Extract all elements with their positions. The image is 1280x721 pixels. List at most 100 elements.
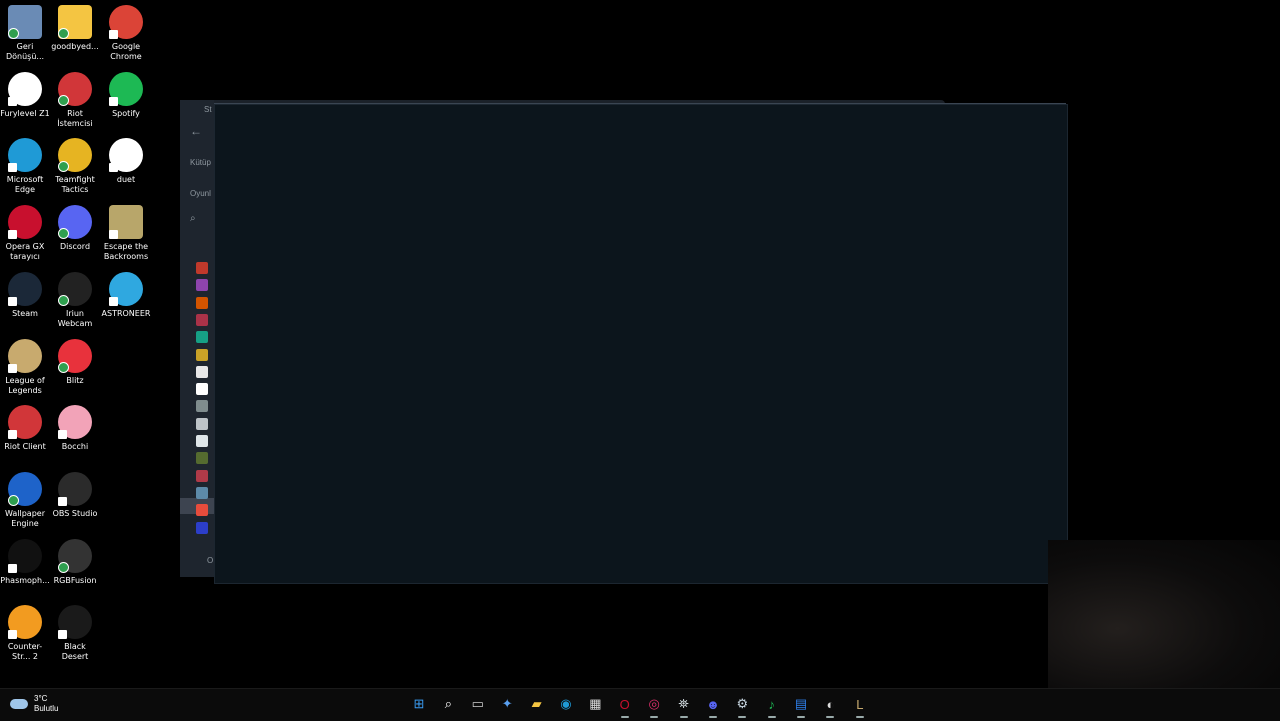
desktop-icon-label: duet [116,175,136,185]
steam-game-thumbnail[interactable] [196,486,208,499]
add-game-label[interactable]: O [207,556,213,565]
steam-game-thumbnail[interactable] [196,521,208,534]
discord-icon [58,205,92,240]
desktop-icon-tft[interactable]: Teamfight Tactics [50,138,100,195]
desktop-icon-label: Escape the Backrooms [103,242,149,262]
network-tool-icon[interactable]: ⛯ [673,693,695,718]
desktop-icon-steam[interactable]: Steam [0,271,50,319]
edge-icon[interactable]: ◉ [555,693,577,715]
github-icon[interactable]: ◐ [819,693,841,718]
back-arrow-icon[interactable]: ← [190,124,202,138]
steam-icon[interactable]: ⚙ [731,693,753,718]
desktop-icon-furylevel[interactable]: Furylevel Z1 [0,71,50,119]
desktop-icon-label: OBS Studio [52,508,98,518]
desktop-icon-obs[interactable]: OBS Studio [50,471,100,519]
desktop-icon-label: Opera GX tarayıcı [5,242,45,262]
edge-icon [8,138,42,173]
microsoft-store-icon[interactable]: ▦ [584,693,606,715]
desktop-icon-league[interactable]: League of Legends [0,338,50,396]
desktop-icon-label: Black Desert [61,642,89,662]
search-icon[interactable]: ⌕ [437,693,459,715]
steam-game-thumbnail[interactable] [196,504,208,517]
desktop-icon-opera-gx[interactable]: Opera GX tarayıcı [0,205,50,262]
desktop-icon-label: Wallpaper Engine [4,508,45,528]
desktop-icon-label: Spotify [112,108,140,118]
recycle-bin-icon [8,5,42,39]
steam-library-sidebar[interactable]: St ← Kütüp Oyunl ⌕ O [180,100,214,577]
library-label[interactable]: Kütüp [190,158,211,167]
steam-game-thumbnail[interactable] [196,262,208,274]
wallpaper-engine-icon[interactable]: ▤ [790,693,812,718]
steam-game-thumbnail[interactable] [196,435,208,447]
desktop-icon-spotify[interactable]: Spotify [101,71,151,119]
league-icon[interactable]: L [849,693,871,718]
steam-game-thumbnail[interactable] [196,383,208,396]
desktop-icon-folder[interactable]: goodbyed... [50,5,100,52]
spotify-icon[interactable]: ♪ [761,693,783,718]
riot-client-icon [58,71,92,106]
steam-game-thumbnail[interactable] [196,365,208,378]
desktop-icon-blitz[interactable]: Blitz [50,338,100,386]
wallpaper-engine-icon [8,471,42,506]
iriun-webcam-icon [58,271,92,306]
desktop-icon-discord[interactable]: Discord [50,205,100,252]
instagram-icon[interactable]: ◎ [643,693,665,718]
desktop-icon-phasmophobia[interactable]: Phasmoph... [0,538,50,586]
desktop-icon-label: Iriun Webcam [57,308,93,328]
steam-game-thumbnail[interactable] [196,296,208,309]
desktop-icon-rgbfusion[interactable]: RGBFusion [50,538,100,586]
folder-icon [58,5,92,39]
search-icon[interactable]: ⌕ [190,213,196,224]
desktop-icon-iriun-webcam[interactable]: Iriun Webcam [50,271,100,329]
desktop-icon-recycle-bin[interactable]: Geri Dönüşü... [0,5,50,62]
taskbar-apps: ⊞ ⌕ ▭ ✦ ▰ ◉ ▦ O ◎ ⛯ ☻ ⚙ ♪ ▤ ◐ L [408,693,878,718]
desktop-icon-riot-client[interactable]: Riot İstemcisi [50,71,100,129]
opera-gx-icon [8,205,42,240]
desktop-icon-label: goodbyed... [51,42,99,51]
copilot-icon[interactable]: ✦ [496,693,518,715]
steam-game-thumbnail[interactable] [196,452,208,465]
desktop-icon-chrome[interactable]: Google Chrome [101,5,151,62]
blitz-icon [58,338,92,373]
furylevel-icon [8,71,42,106]
desktop-icon-label: Microsoft Edge [6,175,44,195]
desktop-icon-label: Google Chrome [110,42,142,61]
desktop-icon-label: ASTRONEER [101,308,151,318]
obs-icon [58,471,92,506]
spotify-icon [109,71,143,106]
opera-gx-icon[interactable]: O [614,693,636,718]
weather-widget[interactable]: 3°C Bulutlu [10,694,58,714]
desktop-icon-bocchi[interactable]: Bocchi [50,405,100,452]
desktop-icon-riot-client[interactable]: Riot Client [0,405,50,452]
steam-game-thumbnail[interactable] [196,331,208,344]
desktop-icon-counter-strike[interactable]: Counter-Str... 2 [0,605,50,662]
desktop-icon-escape-backrooms[interactable]: Escape the Backrooms [101,205,151,262]
steam-game-thumbnail[interactable] [196,348,208,361]
desktop-icon-edge[interactable]: Microsoft Edge [0,138,50,195]
desktop-icon-wallpaper-engine[interactable]: Wallpaper Engine [0,471,50,529]
steam-game-thumbnail[interactable] [196,417,208,430]
steam-game-thumbnail[interactable] [196,400,208,413]
desktop: Geri Dönüşü... goodbyed... Google Chrome Fu… [0,0,1280,688]
desktop-icon-label: Steam [12,308,38,318]
taskbar: 3°C Bulutlu ⊞ ⌕ ▭ ✦ ▰ ◉ ▦ O ◎ ⛯ ☻ ⚙ ♪ ▤ ◐ L [0,688,1280,721]
weather-condition: Bulutlu [34,704,59,713]
games-label[interactable]: Oyunl [190,189,211,198]
windows-start-icon[interactable]: ⊞ [408,693,430,715]
task-view-icon[interactable]: ▭ [467,693,489,715]
chrome-icon [109,5,143,39]
desktop-icon-label: Bocchi [61,442,89,452]
steam-game-thumbnail[interactable] [196,469,208,482]
steam-game-thumbnail[interactable] [196,279,208,292]
desktop-icon-label: Teamfight Tactics [55,175,95,195]
dark-app-window[interactable] [214,104,1068,584]
desktop-icon-duet[interactable]: duet [101,138,151,185]
steam-game-thumbnail[interactable] [196,313,208,326]
file-explorer-icon[interactable]: ▰ [526,693,548,715]
desktop-icon-astroneer[interactable]: ASTRONEER [101,271,151,319]
desktop-icon-black-desert[interactable]: Black Desert [50,605,100,662]
league-icon [8,338,42,373]
desktop-icon-label: RGBFusion [53,575,97,585]
black-desert-icon [58,605,92,640]
discord-icon[interactable]: ☻ [702,693,724,718]
